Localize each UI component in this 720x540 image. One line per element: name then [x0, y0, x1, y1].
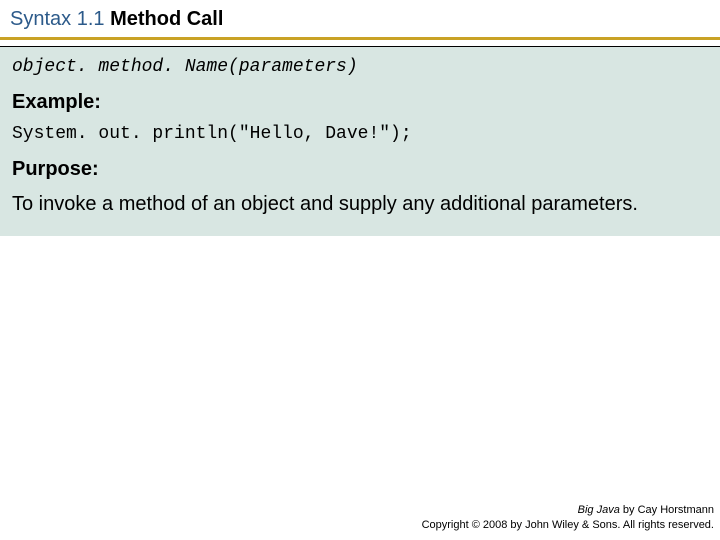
header-rule-thick [0, 37, 720, 40]
footer-copyright: Copyright © 2008 by John Wiley & Sons. A… [422, 518, 714, 532]
footer-book-line: Big Java by Cay Horstmann [422, 503, 714, 517]
example-code: System. out. println("Hello, Dave!"); [12, 124, 708, 144]
content-panel: object. method. Name(parameters) Example… [0, 47, 720, 236]
footer-book: Big Java [578, 504, 620, 516]
footer-author: by Cay Horstmann [620, 504, 714, 516]
slide-title: Syntax 1.1 Method Call [10, 8, 223, 30]
slide-header: Syntax 1.1 Method Call [0, 0, 720, 35]
title-main: Method Call [110, 8, 223, 30]
title-prefix: Syntax 1.1 [10, 8, 105, 30]
purpose-body: To invoke a method of an object and supp… [12, 191, 708, 218]
syntax-template: object. method. Name(parameters) [12, 57, 708, 77]
purpose-heading: Purpose: [12, 158, 708, 181]
slide-footer: Big Java by Cay Horstmann Copyright © 20… [422, 503, 714, 532]
example-heading: Example: [12, 91, 708, 114]
